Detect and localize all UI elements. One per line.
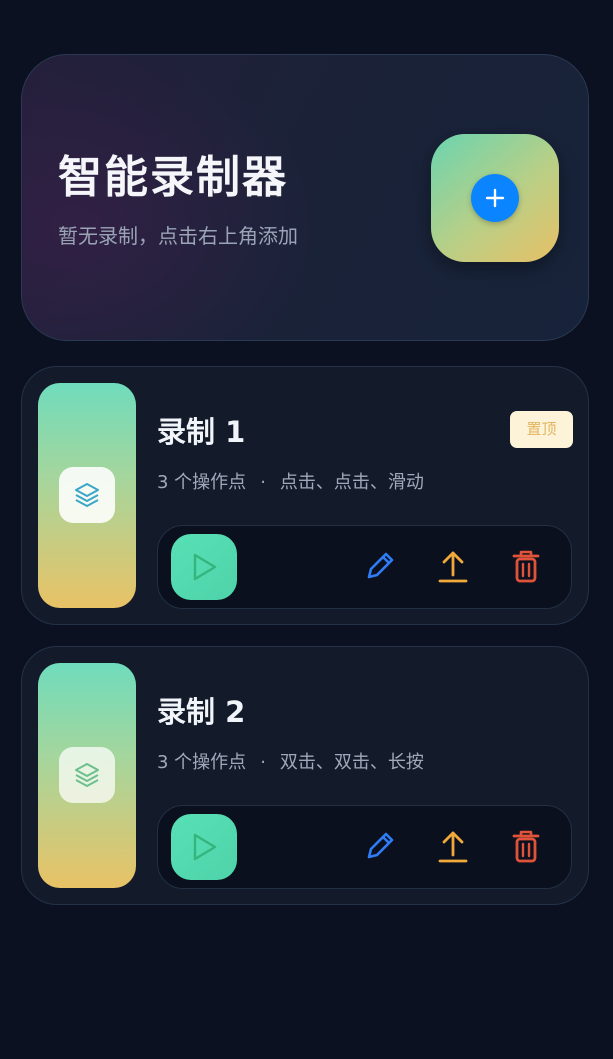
play-button[interactable] [171, 534, 237, 600]
pencil-icon [367, 832, 394, 859]
trash-icon [512, 550, 540, 583]
operation-count: 3 个操作点 [157, 752, 247, 773]
play-button[interactable] [171, 814, 237, 880]
recording-meta: 3 个操作点 · 点击、点击、滑动 [157, 471, 424, 495]
add-recording-button[interactable] [471, 174, 519, 222]
meta-separator: · [260, 472, 266, 493]
upload-icon [438, 551, 468, 583]
play-icon [193, 553, 217, 581]
recording-card-1[interactable]: 录制 1 置顶 3 个操作点 · 点击、点击、滑动 [21, 366, 589, 625]
edit-button[interactable] [360, 546, 400, 586]
layers-icon [75, 763, 99, 787]
add-recording-tile[interactable] [431, 134, 559, 262]
plus-icon [485, 188, 505, 208]
recording-thumbnail [38, 383, 136, 608]
action-bar [157, 525, 572, 609]
empty-hint: 暂无录制，点击右上角添加 [58, 224, 298, 248]
pin-badge[interactable]: 置顶 [510, 411, 573, 448]
header-card: 智能录制器 暂无录制，点击右上角添加 [21, 54, 589, 341]
page-title: 智能录制器 [58, 152, 288, 203]
play-icon [193, 833, 217, 861]
layers-icon [75, 483, 99, 507]
thumbnail-icon-box [59, 747, 115, 803]
delete-button[interactable] [506, 826, 546, 866]
operation-types: 双击、双击、长按 [279, 752, 424, 773]
thumbnail-icon-box [59, 467, 115, 523]
operation-types: 点击、点击、滑动 [279, 472, 424, 493]
pencil-icon [367, 552, 394, 579]
action-bar [157, 805, 572, 889]
recording-title: 录制 2 [157, 695, 246, 729]
upload-icon [438, 831, 468, 863]
recording-meta: 3 个操作点 · 双击、双击、长按 [157, 751, 424, 775]
app-page: 智能录制器 暂无录制，点击右上角添加 录制 1 置顶 3 个操作点 · 点击、点… [0, 0, 613, 1059]
trash-icon [512, 830, 540, 863]
delete-button[interactable] [506, 546, 546, 586]
edit-button[interactable] [360, 826, 400, 866]
recording-title: 录制 1 [157, 415, 246, 449]
upload-button[interactable] [433, 546, 473, 586]
recording-thumbnail [38, 663, 136, 888]
operation-count: 3 个操作点 [157, 472, 247, 493]
meta-separator: · [260, 752, 266, 773]
upload-button[interactable] [433, 826, 473, 866]
recording-card-2[interactable]: 录制 2 3 个操作点 · 双击、双击、长按 [21, 646, 589, 905]
